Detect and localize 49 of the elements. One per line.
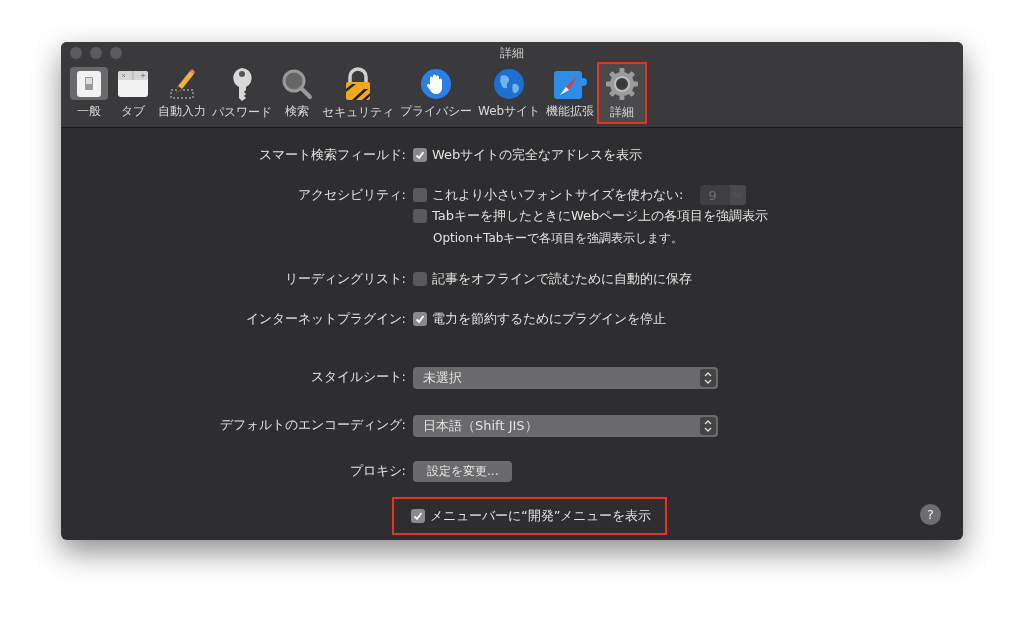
checkbox-label: Webサイトの完全なアドレスを表示 bbox=[432, 146, 643, 164]
checkbox[interactable] bbox=[413, 148, 427, 162]
checkbox-label: これより小さいフォントサイズを使わない: bbox=[432, 186, 684, 204]
close-button[interactable] bbox=[70, 47, 82, 59]
toolbar-tab[interactable]: パスワード bbox=[209, 62, 275, 124]
key-icon bbox=[230, 67, 254, 101]
setting-label: アクセシビリティ: bbox=[297, 186, 406, 204]
setting-label: デフォルトのエンコーディング: bbox=[219, 416, 406, 434]
window-title: 詳細 bbox=[500, 44, 524, 62]
change-settings-button[interactable]: 設定を変更... bbox=[413, 461, 513, 482]
setting-label: リーディングリスト: bbox=[284, 270, 406, 288]
hint-text: Option+Tabキーで各項目を強調表示します。 bbox=[433, 230, 685, 247]
toolbar-tab[interactable]: 自動入力 bbox=[155, 62, 209, 124]
toolbar-tab[interactable]: Webサイト bbox=[475, 62, 544, 124]
help-button[interactable]: ? bbox=[920, 504, 941, 525]
hand-icon bbox=[420, 67, 452, 100]
up-down-arrows-icon bbox=[700, 369, 716, 387]
checkbox[interactable] bbox=[413, 312, 427, 326]
checkbox[interactable] bbox=[411, 509, 425, 523]
toolbar-tab[interactable]: タブ bbox=[111, 62, 155, 124]
checkbox-label: メニューバーに“開発”メニューを表示 bbox=[430, 507, 652, 525]
toolbar-tab[interactable]: 検索 bbox=[275, 62, 319, 124]
checkbox[interactable] bbox=[413, 188, 427, 202]
toolbar-tab[interactable]: 機能拡張 bbox=[543, 62, 598, 124]
settings-icon bbox=[605, 67, 640, 101]
toolbar-tab[interactable]: セキュリティ bbox=[319, 62, 397, 124]
tabs-icon bbox=[117, 68, 149, 99]
setting-label: スタイルシート: bbox=[310, 368, 406, 386]
minimize-button[interactable] bbox=[90, 47, 102, 59]
toolbar-tab[interactable]: プライバシー bbox=[397, 62, 475, 124]
switch-icon bbox=[74, 68, 104, 99]
checkbox-label: Tabキーを押したときにWebページ上の各項目を強調表示 bbox=[432, 207, 769, 225]
globe-icon bbox=[493, 67, 526, 100]
checkbox[interactable] bbox=[413, 272, 427, 286]
zoom-button[interactable] bbox=[110, 47, 122, 59]
setting-label: プロキシ: bbox=[349, 462, 406, 480]
search-icon bbox=[281, 67, 313, 100]
setting-label: インターネットプラグイン: bbox=[245, 310, 406, 328]
popup-menu[interactable]: 未選択 bbox=[413, 367, 718, 389]
toolbar-tab[interactable]: 詳細 bbox=[597, 62, 648, 124]
popup-menu[interactable]: 日本語（Shift JIS） bbox=[413, 415, 718, 437]
checkbox-label: 記事をオフラインで読むために自動的に保存 bbox=[432, 270, 692, 288]
padlock-icon bbox=[343, 67, 373, 101]
checkbox-label: 電力を節約するためにプラグインを停止 bbox=[432, 310, 666, 328]
setting-label: スマート検索フィールド: bbox=[258, 146, 406, 164]
toolbar-tab[interactable]: 一般 bbox=[67, 62, 111, 124]
chevron-down-icon bbox=[730, 185, 747, 205]
checkbox[interactable] bbox=[413, 209, 427, 223]
up-down-arrows-icon bbox=[700, 417, 716, 435]
